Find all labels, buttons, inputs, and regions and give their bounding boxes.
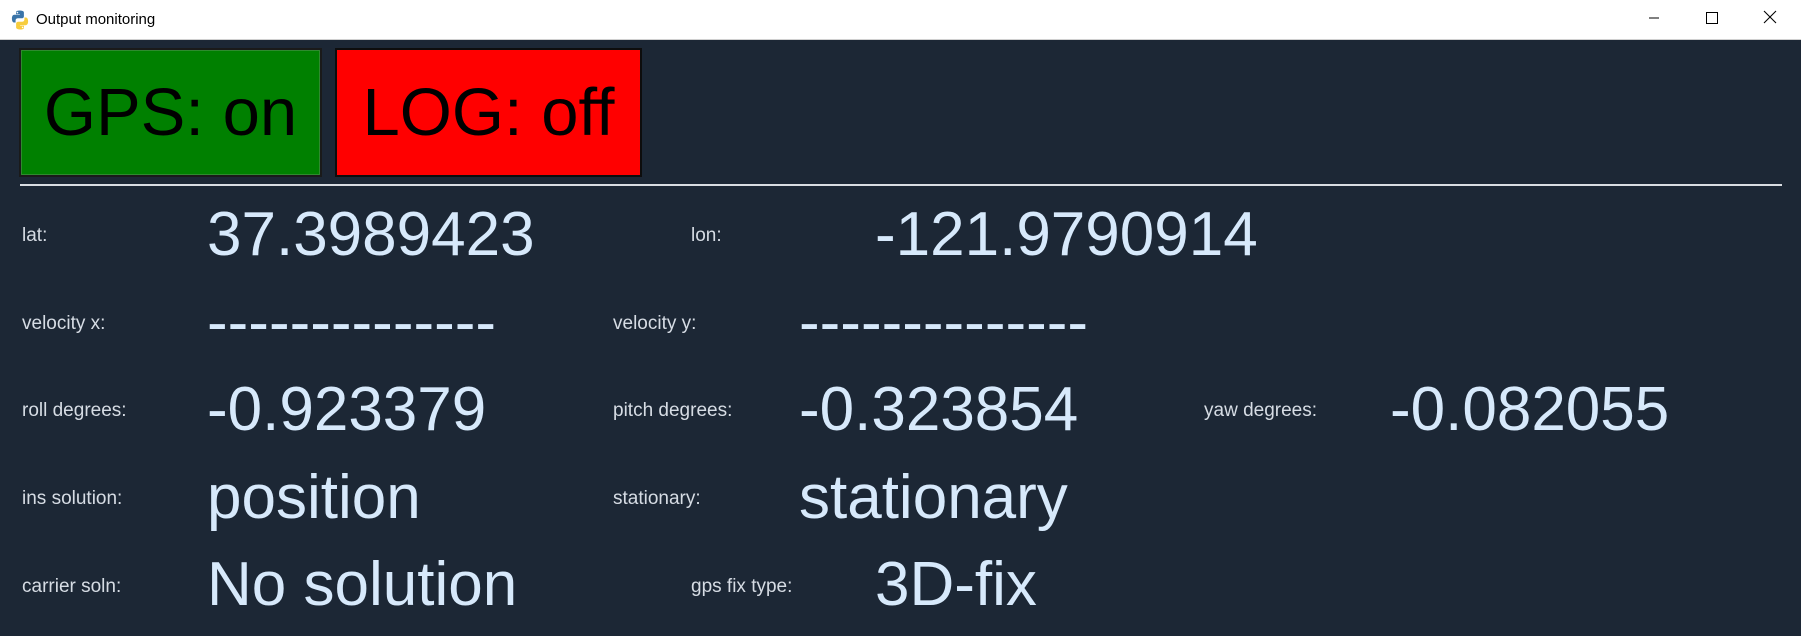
gps-toggle-button[interactable]: GPS: on	[19, 48, 322, 177]
maximize-button[interactable]	[1683, 0, 1741, 39]
ins-solution-value: position	[207, 463, 421, 532]
log-toggle-button[interactable]: LOG: off	[335, 48, 642, 177]
close-button[interactable]	[1741, 0, 1799, 39]
lat-value: 37.3989423	[207, 200, 535, 269]
divider	[20, 184, 1782, 186]
roll-degrees-value: -0.923379	[207, 375, 487, 444]
gps-fix-type-label: gps fix type:	[691, 576, 793, 597]
stationary-label: stationary:	[613, 488, 701, 509]
velocity-x-label: velocity x:	[22, 313, 106, 334]
stationary-value: stationary	[799, 463, 1068, 532]
carrier-soln-label: carrier soln:	[22, 576, 122, 597]
ins-solution-label: ins solution:	[22, 488, 123, 509]
lon-label: lon:	[691, 225, 722, 246]
yaw-degrees-label: yaw degrees:	[1204, 400, 1318, 421]
velocity-y-value: --------------	[799, 288, 1089, 357]
python-icon	[9, 9, 31, 31]
lat-label: lat:	[22, 225, 48, 246]
pitch-degrees-value: -0.323854	[799, 375, 1079, 444]
gps-fix-type-value: 3D-fix	[875, 550, 1037, 619]
roll-degrees-label: roll degrees:	[22, 400, 127, 421]
minimize-button[interactable]	[1625, 0, 1683, 39]
minimize-icon	[1648, 11, 1660, 29]
velocity-x-value: --------------	[207, 288, 497, 357]
carrier-soln-value: No solution	[207, 550, 518, 619]
lon-value: -121.9790914	[875, 200, 1258, 269]
pitch-degrees-label: pitch degrees:	[613, 400, 733, 421]
title-bar: Output monitoring	[0, 0, 1801, 40]
maximize-icon	[1706, 11, 1718, 29]
yaw-degrees-value: -0.082055	[1390, 375, 1670, 444]
close-icon	[1763, 10, 1777, 29]
window-title: Output monitoring	[36, 11, 156, 28]
velocity-y-label: velocity y:	[613, 313, 697, 334]
